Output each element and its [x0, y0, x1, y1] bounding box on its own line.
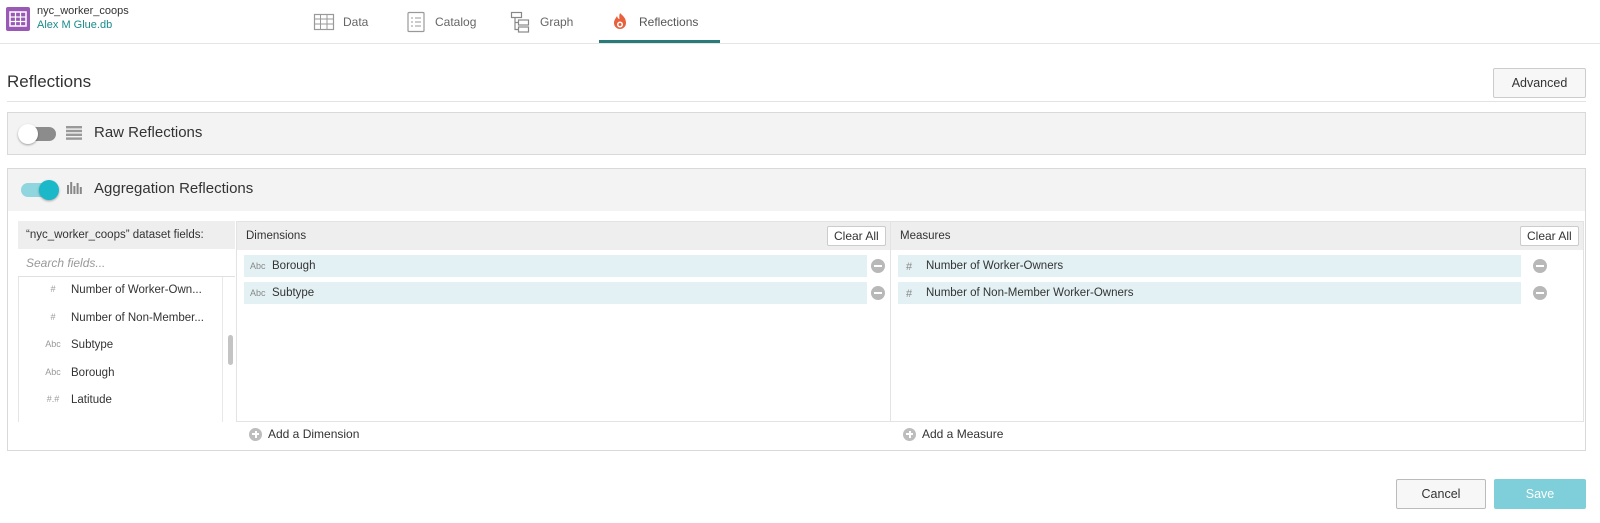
aggregation-chart-icon — [67, 182, 82, 194]
list-item[interactable]: # Number of Non-Member... — [19, 305, 222, 332]
raw-reflections-icon — [66, 126, 82, 140]
tab-graph-label: Graph — [540, 14, 574, 29]
aggregation-header: Aggregation Reflections — [8, 169, 1585, 211]
tab-reflections-label: Reflections — [639, 14, 699, 29]
aggregation-reflections-label: Aggregation Reflections — [94, 180, 254, 197]
add-dimension-button[interactable]: Add a Dimension — [249, 427, 359, 441]
number-type-icon: # — [50, 284, 56, 294]
dimension-name: Subtype — [272, 287, 315, 299]
top-bar: nyc_worker_coops Alex M Glue.db Data Cat… — [0, 0, 1600, 44]
table-grid-icon — [313, 13, 335, 30]
tab-reflections[interactable]: Reflections — [609, 0, 698, 43]
dimensions-label: Dimensions — [246, 230, 307, 242]
raw-reflections-section: Raw Reflections — [7, 112, 1586, 155]
clear-all-measures-button[interactable]: Clear All — [1520, 226, 1579, 246]
text-type-icon: Abc — [45, 367, 61, 377]
plus-icon — [903, 427, 916, 441]
measures-box: Measures Clear All # Number of Worker-Ow… — [890, 221, 1584, 422]
measures-header: Measures Clear All — [891, 222, 1583, 250]
dimensions-header: Dimensions Clear All — [237, 222, 890, 250]
dataset-table-icon — [6, 7, 30, 31]
fields-scrollbar[interactable] — [222, 277, 236, 422]
remove-dimension-icon[interactable] — [871, 286, 885, 300]
active-tab-indicator — [599, 40, 720, 43]
toggle-knob — [18, 124, 38, 144]
divider — [7, 101, 1586, 102]
list-item[interactable]: #.# Latitude — [19, 387, 222, 414]
search-fields-input[interactable]: Search fields... — [18, 249, 235, 277]
text-type-icon: Abc — [45, 339, 61, 349]
remove-measure-icon[interactable] — [1533, 259, 1547, 273]
dimension-chip[interactable]: Abc Borough — [244, 255, 867, 277]
remove-measure-icon[interactable] — [1533, 286, 1547, 300]
tab-catalog-label: Catalog — [435, 14, 477, 29]
save-button[interactable]: Save — [1494, 479, 1586, 509]
dataset-name: nyc_worker_coops — [37, 5, 129, 17]
dimensions-box: Dimensions Clear All Abc Borough Abc Sub… — [236, 221, 891, 422]
tab-catalog[interactable]: Catalog — [405, 0, 476, 43]
number-type-icon: # — [50, 312, 56, 322]
fields-list: # Number of Worker-Own... # Number of No… — [18, 277, 235, 422]
toggle-knob — [39, 180, 59, 200]
graph-icon — [510, 11, 530, 33]
add-measure-button[interactable]: Add a Measure — [903, 427, 1003, 441]
page-title: Reflections — [7, 72, 92, 91]
decimal-type-icon: #.# — [46, 394, 60, 404]
measure-name: Number of Worker-Owners — [926, 260, 1064, 272]
measure-chip[interactable]: # Number of Non-Member Worker-Owners — [898, 282, 1521, 304]
remove-dimension-icon[interactable] — [871, 259, 885, 273]
aggregation-reflections-section: Aggregation Reflections “nyc_worker_coop… — [7, 168, 1586, 451]
tab-data-label: Data — [343, 14, 369, 29]
tab-data[interactable]: Data — [313, 0, 368, 43]
number-type-icon: # — [906, 261, 913, 273]
plus-icon — [249, 427, 262, 441]
dimension-name: Borough — [272, 260, 316, 272]
dimension-chip[interactable]: Abc Subtype — [244, 282, 867, 304]
dataset-fields-panel: “nyc_worker_coops” dataset fields: Searc… — [18, 221, 235, 422]
raw-reflections-toggle[interactable] — [18, 124, 56, 144]
list-item[interactable]: Abc Subtype — [19, 332, 222, 359]
dataset-fields-header: “nyc_worker_coops” dataset fields: — [18, 221, 235, 249]
catalog-icon — [407, 11, 425, 32]
tab-graph[interactable]: Graph — [510, 0, 573, 43]
dataset-path-link[interactable]: Alex M Glue.db — [37, 19, 112, 31]
number-type-icon: # — [906, 288, 913, 300]
reflections-icon — [614, 12, 626, 29]
list-item[interactable]: # Number of Worker-Own... — [19, 277, 222, 304]
add-dimension-label: Add a Dimension — [268, 427, 360, 441]
aggregation-reflections-toggle[interactable] — [21, 180, 59, 200]
text-type-icon: Abc — [250, 288, 266, 298]
raw-reflections-label: Raw Reflections — [94, 124, 203, 141]
add-measure-label: Add a Measure — [922, 427, 1004, 441]
field-name: Number of Worker-Own... — [71, 284, 202, 296]
advanced-button[interactable]: Advanced — [1493, 68, 1586, 98]
field-name: Number of Non-Member... — [71, 312, 204, 324]
scrollbar-thumb[interactable] — [228, 335, 233, 365]
field-name: Borough — [71, 367, 115, 379]
measures-label: Measures — [900, 230, 951, 242]
field-name: Latitude — [71, 394, 112, 406]
text-type-icon: Abc — [250, 261, 266, 271]
cancel-button[interactable]: Cancel — [1396, 479, 1486, 509]
measure-chip[interactable]: # Number of Worker-Owners — [898, 255, 1521, 277]
measure-name: Number of Non-Member Worker-Owners — [926, 287, 1134, 299]
list-item[interactable]: Abc Borough — [19, 360, 222, 387]
clear-all-dimensions-button[interactable]: Clear All — [827, 226, 886, 246]
field-name: Subtype — [71, 339, 114, 351]
